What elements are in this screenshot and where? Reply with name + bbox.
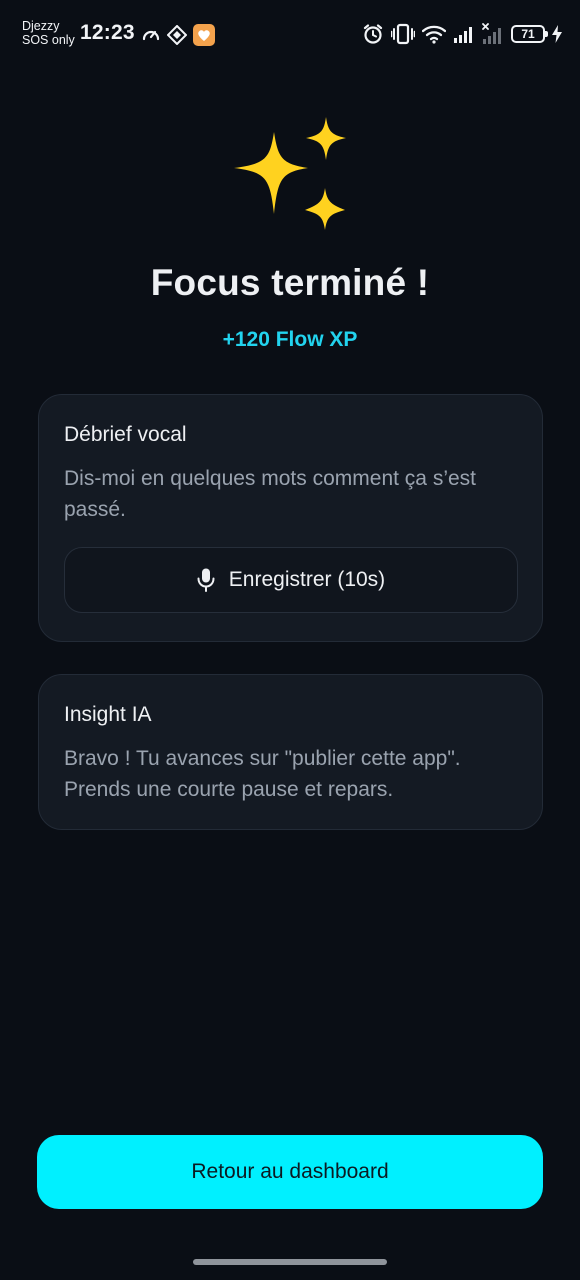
carrier-status: SOS only — [22, 33, 75, 47]
speedometer-icon — [142, 30, 160, 41]
insight-title: Insight IA — [64, 703, 152, 726]
signal-icon — [454, 27, 472, 43]
insight-message: Bravo ! Tu avances sur "publier cette ap… — [64, 747, 461, 801]
carrier-name: Djezzy — [22, 19, 60, 33]
battery-icon: 71 — [511, 25, 548, 43]
wifi-icon — [422, 25, 446, 44]
page-title: Focus terminé ! — [150, 262, 430, 303]
vibrate-icon — [391, 23, 415, 45]
debrief-description: Dis-moi en quelques mots comment ça s’es… — [64, 467, 476, 521]
microphone-icon — [197, 568, 215, 592]
signal-no-service-icon — [482, 23, 501, 44]
battery-level: 71 — [521, 27, 535, 41]
status-bar: Djezzy SOS only 12:23 71 — [0, 0, 580, 70]
home-indicator[interactable] — [193, 1259, 387, 1265]
debrief-card: Débrief vocal Dis-moi en quelques mots c… — [38, 394, 543, 642]
alarm-icon — [363, 24, 383, 44]
debrief-title: Débrief vocal — [64, 423, 187, 446]
insight-card: Insight IA Bravo ! Tu avances sur "publi… — [38, 674, 543, 830]
sparkles-icon — [234, 117, 346, 230]
notification-icons — [141, 23, 215, 47]
back-to-dashboard-button[interactable]: Retour au dashboard — [37, 1135, 543, 1209]
carrier-info: Djezzy SOS only — [22, 19, 82, 47]
status-time: 12:23 — [80, 21, 135, 44]
record-button[interactable]: Enregistrer (10s) — [64, 547, 518, 613]
record-button-label: Enregistrer (10s) — [228, 568, 386, 591]
system-icons: 71 — [362, 22, 562, 46]
back-to-dashboard-label: Retour au dashboard — [191, 1160, 389, 1183]
app-diamond-icon — [167, 25, 187, 45]
xp-reward: +120 Flow XP — [222, 328, 358, 351]
app-heart-icon — [193, 24, 215, 46]
charging-icon — [552, 25, 562, 43]
